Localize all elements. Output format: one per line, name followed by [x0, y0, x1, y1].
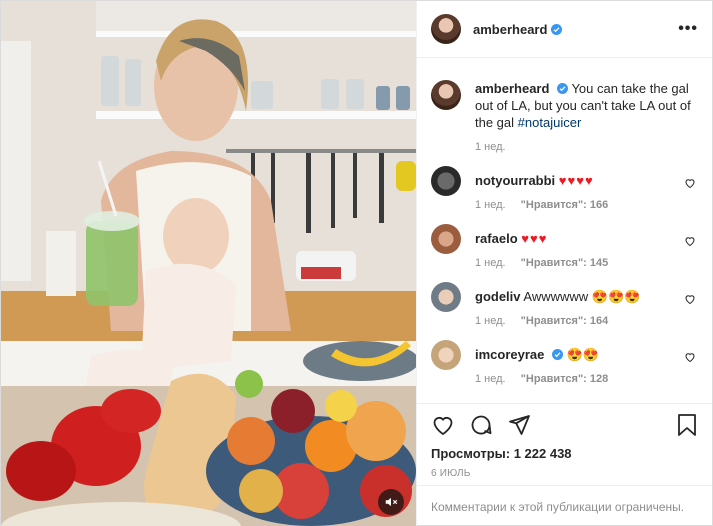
comment-item: godeliv Awwwwww 😍😍😍 1 нед. "Нравится": 1… — [431, 282, 698, 327]
more-options-button[interactable]: ••• — [678, 20, 698, 38]
comment-item: imcoreyrae 😍😍 1 нед. "Нравится": 128 — [431, 340, 698, 385]
comment-avatar[interactable] — [431, 282, 461, 312]
comment-emoji: 😍😍 — [566, 347, 600, 362]
comment-text: Awwwwww — [523, 289, 589, 304]
comment-username[interactable]: notyourrabbi — [475, 173, 555, 188]
comment-item: rafaelo ♥♥♥ 1 нед. "Нравится": 145 — [431, 224, 698, 269]
comment-emoji: ♥♥♥ — [521, 231, 548, 246]
comment-likes[interactable]: "Нравится": 164 — [521, 315, 609, 327]
comment-likes[interactable]: "Нравится": 145 — [521, 257, 609, 269]
comment-likes[interactable]: "Нравится": 166 — [521, 199, 609, 211]
post-actions: Просмотры: 1 222 438 6 ИЮЛЬ — [417, 403, 712, 485]
caption-timestamp: 1 нед. — [475, 141, 506, 153]
like-comment-heart-icon[interactable] — [684, 177, 696, 189]
like-comment-heart-icon[interactable] — [684, 351, 696, 363]
verified-badge-icon — [557, 83, 569, 94]
comment-emoji: 😍😍😍 — [591, 289, 641, 304]
like-comment-heart-icon[interactable] — [684, 293, 696, 305]
share-send-icon[interactable] — [507, 413, 531, 437]
comment-emoji: ♥♥♥♥ — [558, 173, 594, 188]
verified-badge-icon — [551, 23, 563, 35]
post-side-panel: amberheard ••• amberheard You can take t… — [416, 1, 712, 526]
post-date: 6 ИЮЛЬ — [431, 468, 471, 479]
caption-username[interactable]: amberheard — [475, 81, 549, 96]
comment-timestamp: 1 нед. — [475, 373, 506, 385]
comment-username[interactable]: godeliv — [475, 289, 521, 304]
comments-restricted-notice: Комментарии к этой публикации ограничены… — [417, 485, 712, 526]
comment-timestamp: 1 нед. — [475, 257, 506, 269]
comment-timestamp: 1 нед. — [475, 315, 506, 327]
header-username[interactable]: amberheard — [473, 22, 547, 37]
like-comment-heart-icon[interactable] — [684, 235, 696, 247]
caption-hashtag[interactable]: #notajuicer — [518, 115, 582, 130]
comments-list: amberheard You can take the gal out of L… — [417, 58, 712, 403]
instagram-post: amberheard ••• amberheard You can take t… — [0, 0, 713, 526]
comment-avatar[interactable] — [431, 340, 461, 370]
comment-likes[interactable]: "Нравится": 128 — [521, 373, 609, 385]
comment-username[interactable]: imcoreyrae — [475, 347, 544, 362]
post-header: amberheard ••• — [417, 1, 712, 58]
bookmark-icon[interactable] — [676, 413, 698, 437]
caption: amberheard You can take the gal out of L… — [431, 58, 698, 131]
comment-avatar[interactable] — [431, 166, 461, 196]
avatar[interactable] — [431, 14, 461, 44]
video-frame — [1, 1, 416, 526]
like-heart-icon[interactable] — [431, 413, 455, 437]
verified-badge-icon — [552, 349, 564, 360]
comment-username[interactable]: rafaelo — [475, 231, 518, 246]
post-video[interactable] — [1, 1, 416, 526]
comment-avatar[interactable] — [431, 224, 461, 254]
comment-item: notyourrabbi ♥♥♥♥ 1 нед. "Нравится": 166 — [431, 166, 698, 211]
mute-button[interactable] — [378, 489, 404, 515]
caption-avatar[interactable] — [431, 80, 461, 110]
view-count[interactable]: Просмотры: 1 222 438 — [431, 446, 698, 461]
comment-bubble-icon[interactable] — [469, 413, 493, 437]
speaker-muted-icon — [385, 497, 398, 507]
comment-timestamp: 1 нед. — [475, 199, 506, 211]
